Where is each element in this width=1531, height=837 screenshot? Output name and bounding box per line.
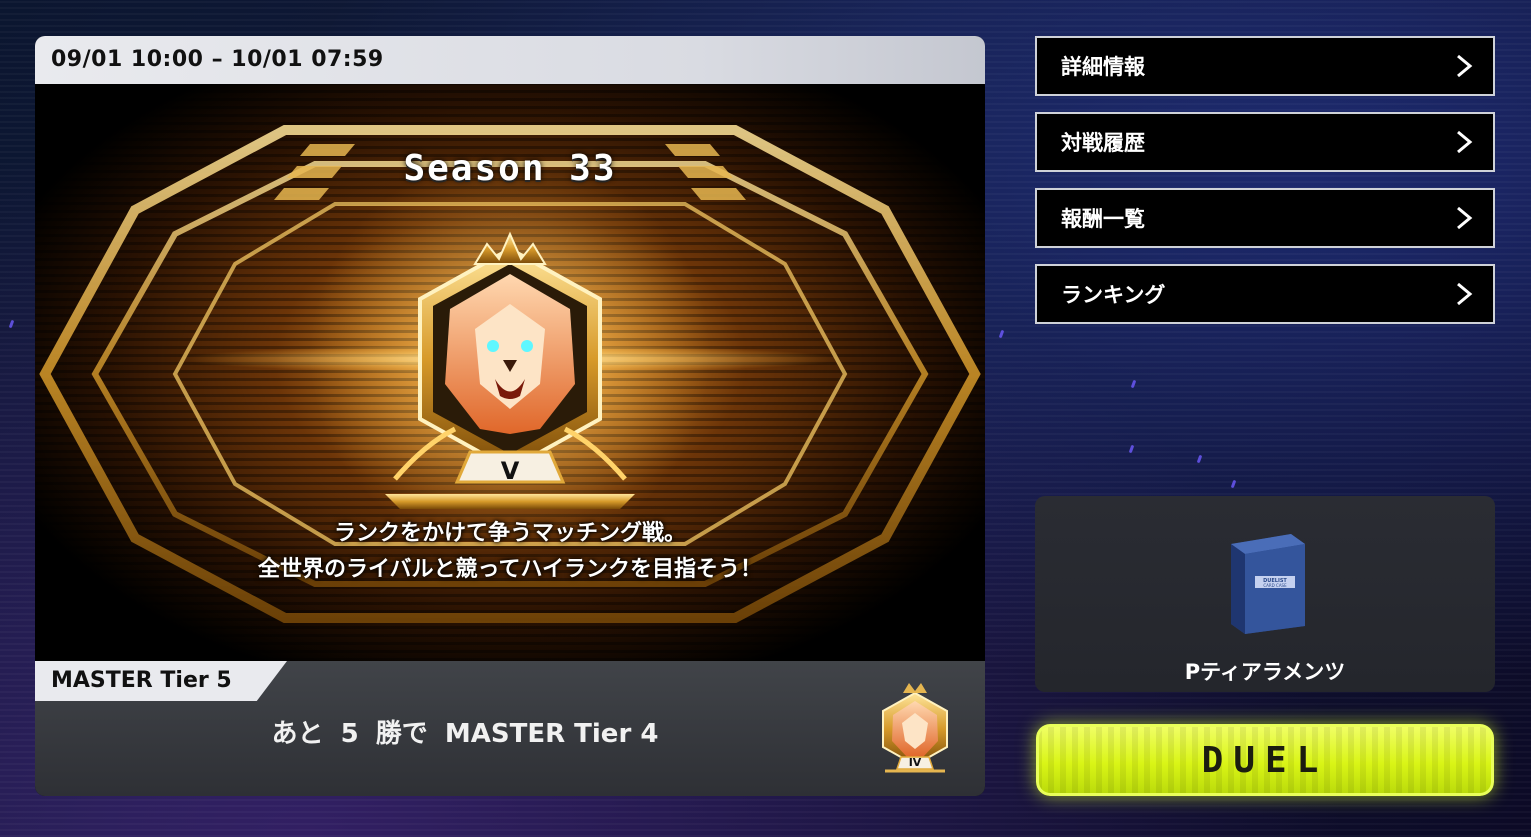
description-line-2: 全世界のライバルと競ってハイランクを目指そう！	[257, 557, 763, 582]
duel-button-label: DUEL	[1201, 739, 1329, 781]
season-period: 09/01 10:00 – 10/01 07:59	[35, 36, 985, 84]
season-description: ランクをかけて争うマッチング戦。 全世界のライバルと競ってハイランクを目指そう！	[35, 516, 985, 588]
menu-history-button[interactable]: 対戦履歴	[1035, 112, 1495, 172]
sparkle	[1196, 454, 1203, 464]
next-tier-name: MASTER Tier 4	[444, 719, 659, 749]
progress-suffix: 勝で	[375, 719, 428, 749]
deck-box-label: CARD CASE	[1263, 583, 1287, 588]
menu-label: 対戦履歴	[1061, 131, 1145, 155]
season-hero: Season 33 V ランクをかけて争うマッチング戦。 全世界のライバルと競っ…	[35, 84, 985, 661]
menu-label: 詳細情報	[1061, 55, 1145, 79]
sparkle	[8, 319, 15, 329]
sparkle	[1230, 479, 1237, 489]
chevron-right-icon	[1457, 130, 1473, 154]
tier-progress-text: あと 5 勝で MASTER Tier 4	[35, 713, 895, 750]
sparkle	[1128, 444, 1135, 454]
chevron-right-icon	[1457, 206, 1473, 230]
season-card: 09/01 10:00 – 10/01 07:59 Season 33 V ラン…	[35, 36, 985, 796]
tier-progress-panel: MASTER Tier 5 あと 5 勝で MASTER Tier 4 IV	[35, 661, 985, 796]
wins-needed: 5	[340, 719, 359, 749]
season-title: Season 33	[403, 148, 617, 189]
description-line-1: ランクをかけて争うマッチング戦。	[333, 521, 686, 546]
menu-ranking-button[interactable]: ランキング	[1035, 264, 1495, 324]
duel-button[interactable]: DUEL	[1036, 724, 1494, 796]
deck-case-icon: DUELIST CARD CASE	[1231, 534, 1305, 634]
next-tier-numeral: IV	[908, 756, 922, 769]
current-tier-label: MASTER Tier 5	[35, 661, 287, 701]
sparkle	[1130, 379, 1137, 389]
sparkle	[998, 329, 1005, 339]
chevron-right-icon	[1457, 282, 1473, 306]
chevron-right-icon	[1457, 54, 1473, 78]
progress-prefix: あと	[271, 719, 324, 749]
deck-name: Pティアラメンツ	[1184, 660, 1346, 684]
menu-label: 報酬一覧	[1061, 207, 1145, 231]
menu-details-button[interactable]: 詳細情報	[1035, 36, 1495, 96]
rank-numeral: V	[500, 457, 520, 485]
menu-label: ランキング	[1061, 283, 1166, 307]
deck-selector[interactable]: DUELIST CARD CASE Pティアラメンツ	[1035, 496, 1495, 692]
menu-rewards-button[interactable]: 報酬一覧	[1035, 188, 1495, 248]
